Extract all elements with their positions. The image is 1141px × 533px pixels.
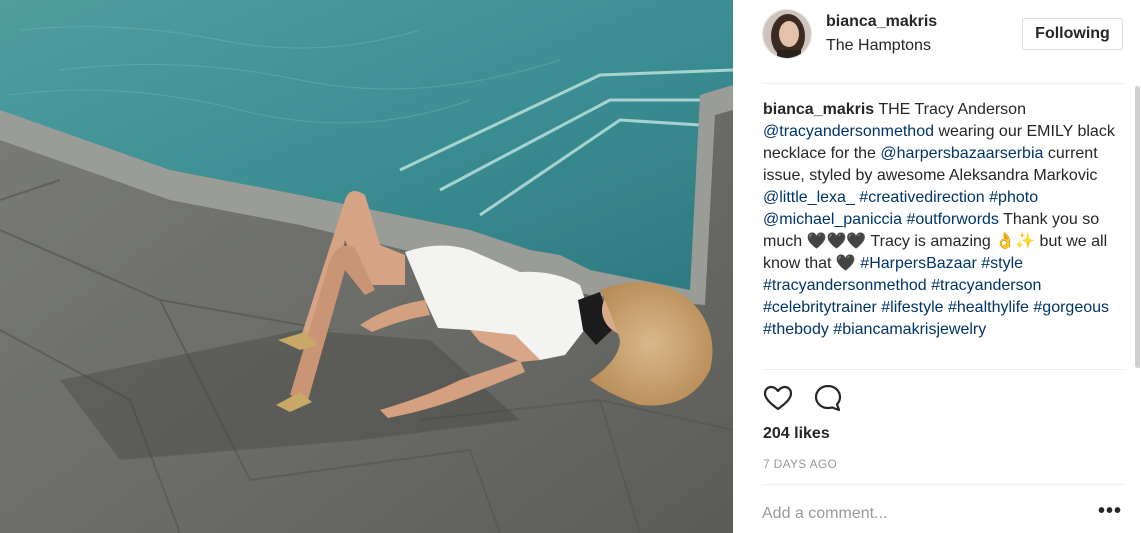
post-photo[interactable] [0, 0, 733, 533]
following-button[interactable]: Following [1022, 18, 1123, 50]
hashtag-link[interactable]: #celebritytrainer [763, 299, 877, 316]
heart-icon [763, 385, 793, 411]
add-comment-input[interactable] [762, 500, 1092, 528]
avatar-image [763, 10, 811, 58]
hashtag-link[interactable]: #tracyanderson [931, 277, 1041, 294]
mention-link[interactable]: @harpersbazaarserbia [880, 145, 1043, 162]
hashtag-link[interactable]: #creativedirection [859, 189, 984, 206]
hashtag-link[interactable]: #photo [989, 189, 1038, 206]
hashtag-link[interactable]: #HarpersBazaar [860, 255, 977, 272]
post-location[interactable]: The Hamptons [826, 37, 931, 55]
caption-scrollbar[interactable] [1135, 86, 1140, 368]
comment-divider [762, 484, 1124, 485]
like-button[interactable] [762, 382, 794, 414]
avatar[interactable] [762, 9, 812, 59]
post-caption: bianca_makris THE Tracy Anderson @tracya… [763, 99, 1118, 341]
header-divider [762, 83, 1124, 84]
comment-bubble-icon [814, 384, 842, 412]
caption-scroll-area[interactable]: bianca_makris THE Tracy Anderson @tracya… [763, 99, 1118, 369]
caption-divider [762, 369, 1124, 370]
post-side-panel: bianca_makris The Hamptons Following bia… [733, 0, 1141, 533]
post-header: bianca_makris The Hamptons Following [733, 0, 1141, 84]
hashtag-link[interactable]: #outforwords [906, 211, 999, 228]
caption-username[interactable]: bianca_makris [763, 101, 874, 118]
comment-button[interactable] [812, 382, 844, 414]
hashtag-link[interactable]: #gorgeous [1033, 299, 1109, 316]
hashtag-link[interactable]: #style [981, 255, 1023, 272]
likes-count[interactable]: 204 likes [763, 425, 830, 443]
more-options-icon[interactable]: ••• [1098, 500, 1122, 528]
hashtag-link[interactable]: #tracyandersonmethod [763, 277, 927, 294]
post-username[interactable]: bianca_makris [826, 13, 937, 31]
hashtag-link[interactable]: #lifestyle [881, 299, 943, 316]
mention-link[interactable]: @little_lexa_ [763, 189, 855, 206]
mention-link[interactable]: @michael_paniccia [763, 211, 902, 228]
hashtag-link[interactable]: #biancamakrisjewelry [833, 321, 986, 338]
caption-text: THE Tracy Anderson [874, 101, 1026, 118]
post-timestamp[interactable]: 7 DAYS AGO [763, 457, 837, 471]
hashtag-link[interactable]: #thebody [763, 321, 829, 338]
hashtag-link[interactable]: #healthylife [948, 299, 1029, 316]
post-photo-image [0, 0, 733, 533]
mention-link[interactable]: @tracyandersonmethod [763, 123, 934, 140]
